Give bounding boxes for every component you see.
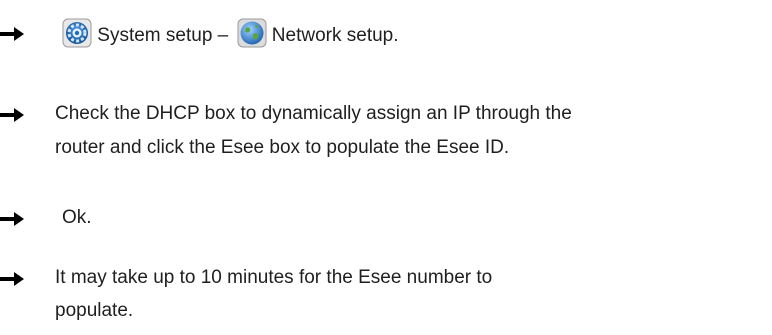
step-2-line-2: router and click the Esee box to populat… <box>55 137 510 158</box>
system-setup-gear-icon <box>62 18 92 48</box>
step-4-line-2: populate. <box>55 300 134 321</box>
instruction-page: System setup – Network setup. Check the … <box>0 0 772 335</box>
step-ok: Ok. <box>0 184 772 234</box>
step-3-text: Ok. <box>62 207 92 228</box>
right-arrow-icon <box>0 27 24 41</box>
step-system-network-setup: System setup – Network setup. <box>0 0 772 60</box>
step-2-line-1: Check the DHCP box to dynamically assign… <box>55 103 572 124</box>
step-dhcp-esee: Check the DHCP box to dynamically assign… <box>0 80 772 190</box>
step-1-label-network-setup: Network setup. <box>271 25 399 46</box>
step-wait-esee-number: It may take up to 10 minutes for the Ese… <box>0 244 772 335</box>
network-globe-icon <box>237 18 267 48</box>
right-arrow-icon <box>0 212 24 226</box>
step-1-label-system-setup: System setup – <box>97 25 229 46</box>
right-arrow-icon <box>0 108 24 122</box>
step-4-line-1: It may take up to 10 minutes for the Ese… <box>55 267 493 288</box>
right-arrow-icon <box>0 272 24 286</box>
step-1-text: System setup – Network setup. <box>62 18 399 52</box>
